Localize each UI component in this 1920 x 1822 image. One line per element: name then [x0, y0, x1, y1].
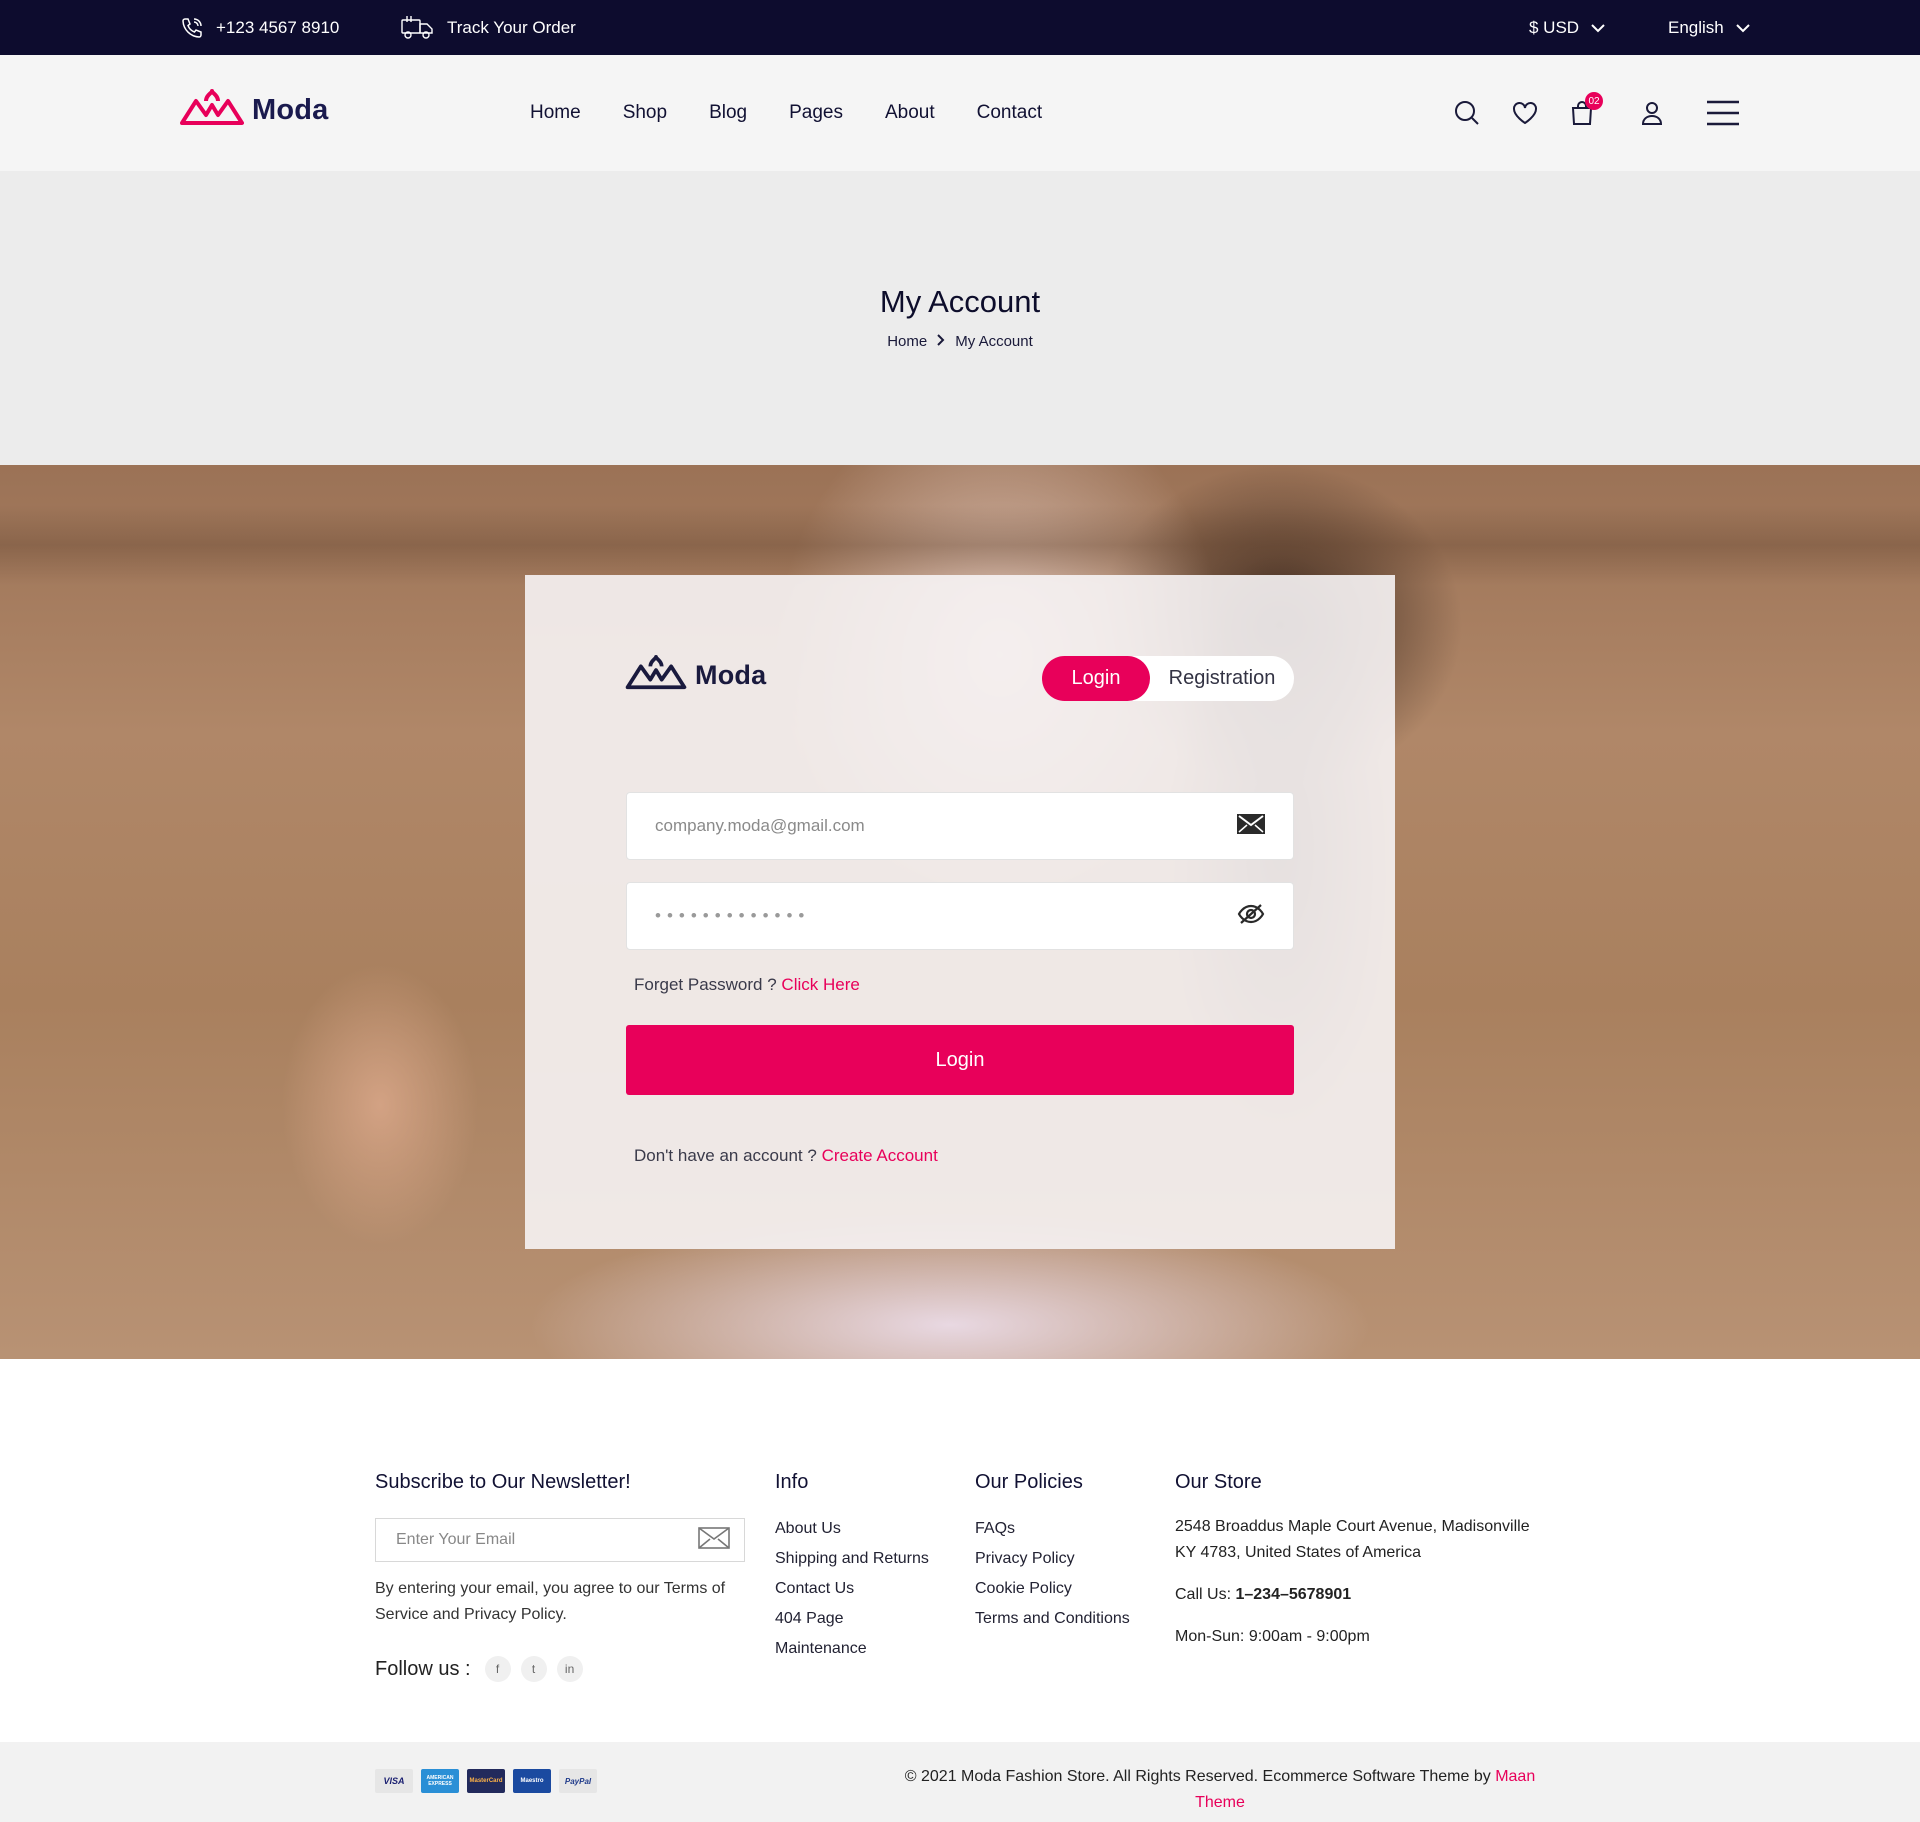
follow-us-row: Follow us : f t in — [375, 1656, 745, 1682]
footer-link-maintenance[interactable]: Maintenance — [775, 1634, 929, 1664]
nav-contact[interactable]: Contact — [977, 102, 1042, 124]
card-logo: Moda — [625, 655, 766, 696]
breadcrumb-current: My Account — [955, 333, 1033, 350]
hero-background-image: Moda Login Registration ••••••••••••• Fo… — [0, 465, 1920, 1359]
logo-text: Moda — [695, 660, 767, 690]
footer-link-404[interactable]: 404 Page — [775, 1604, 929, 1634]
phone-number: +123 4567 8910 — [216, 17, 340, 37]
mastercard-icon: MasterCard — [467, 1769, 505, 1793]
phone-icon — [180, 16, 204, 40]
logo-text: Moda — [252, 94, 329, 126]
policies-title: Our Policies — [975, 1471, 1083, 1493]
forgot-password-text: Forget Password ? — [634, 975, 777, 994]
facebook-icon[interactable]: f — [484, 1656, 511, 1682]
visa-icon: VISA — [375, 1769, 413, 1793]
currency-select[interactable]: $ USD — [1529, 0, 1605, 55]
search-icon[interactable] — [1452, 98, 1482, 128]
moda-logo-icon — [625, 655, 687, 696]
call-us-label: Call Us: — [1175, 1586, 1232, 1603]
create-account-link[interactable]: Create Account — [822, 1146, 938, 1165]
store-title: Our Store — [1175, 1471, 1262, 1493]
top-bar: +123 4567 8910 Track Your Order $ USD En… — [0, 0, 1920, 55]
tab-login[interactable]: Login — [1042, 656, 1150, 701]
breadcrumb-home[interactable]: Home — [887, 333, 927, 350]
footer-link-faqs[interactable]: FAQs — [975, 1514, 1130, 1544]
newsletter-note: By entering your email, you agree to our… — [375, 1580, 726, 1623]
login-button[interactable]: Login — [626, 1025, 1294, 1095]
paypal-icon: PayPal — [559, 1769, 597, 1793]
email-input[interactable] — [655, 816, 1237, 836]
nav-home[interactable]: Home — [530, 102, 581, 124]
tab-registration[interactable]: Registration — [1150, 656, 1294, 701]
forgot-password-row: Forget Password ? Click Here — [634, 975, 860, 995]
store-column: Our Store 2548 Broaddus Maple Court Aven… — [1175, 1471, 1555, 1650]
linkedin-icon[interactable]: in — [556, 1656, 583, 1682]
store-phone[interactable]: 1–234–5678901 — [1235, 1586, 1351, 1603]
user-account-icon[interactable] — [1637, 98, 1667, 128]
store-hours: Mon-Sun: 9:00am - 9:00pm — [1175, 1628, 1370, 1645]
header-logo[interactable]: Moda — [180, 89, 329, 132]
maestro-icon: Maestro — [513, 1769, 551, 1793]
cart-count-badge: 02 — [1585, 92, 1603, 110]
policies-column: Our Policies FAQs Privacy Policy Cookie … — [975, 1471, 1130, 1634]
store-address: 2548 Broaddus Maple Court Avenue, Madiso… — [1175, 1518, 1530, 1561]
main-nav: Home Shop Blog Pages About Contact — [530, 55, 1084, 171]
footer-link-about-us[interactable]: About Us — [775, 1514, 929, 1544]
footer-link-contact[interactable]: Contact Us — [775, 1574, 929, 1604]
footer-link-shipping[interactable]: Shipping and Returns — [775, 1544, 929, 1574]
topbar-phone[interactable]: +123 4567 8910 — [180, 0, 339, 55]
eye-off-icon[interactable] — [1237, 903, 1265, 930]
delivery-truck-icon — [401, 15, 435, 41]
store-phone-row: Call Us: 1–234–5678901 — [1175, 1582, 1555, 1608]
newsletter-title: Subscribe to Our Newsletter! — [375, 1471, 631, 1493]
footer-link-terms[interactable]: Terms and Conditions — [975, 1604, 1130, 1634]
chevron-down-icon — [1591, 23, 1605, 33]
breadcrumb: Home My Account — [0, 333, 1920, 350]
footer-link-cookie[interactable]: Cookie Policy — [975, 1574, 1130, 1604]
track-order-label: Track Your Order — [447, 17, 576, 37]
twitter-icon[interactable]: t — [520, 1656, 547, 1682]
nav-shop[interactable]: Shop — [623, 102, 667, 124]
page-title-band: My Account Home My Account — [0, 171, 1920, 465]
forgot-password-link[interactable]: Click Here — [781, 975, 859, 994]
login-card: Moda Login Registration ••••••••••••• Fo… — [525, 575, 1395, 1249]
follow-us-label: Follow us : — [375, 1657, 471, 1680]
nav-blog[interactable]: Blog — [709, 102, 747, 124]
newsletter-email-field — [375, 1518, 745, 1562]
currency-label: $ USD — [1529, 17, 1580, 37]
moda-logo-icon — [180, 89, 244, 132]
copyright: © 2021 Moda Fashion Store. All Rights Re… — [900, 1764, 1540, 1816]
amex-icon: AMERICAN EXPRESS — [421, 1769, 459, 1793]
bottom-bar: VISA AMERICAN EXPRESS MasterCard Maestro… — [0, 1742, 1920, 1822]
info-column: Info About Us Shipping and Returns Conta… — [775, 1471, 929, 1664]
chevron-right-icon — [937, 333, 945, 350]
nav-pages[interactable]: Pages — [789, 102, 843, 124]
footer: Subscribe to Our Newsletter! By entering… — [0, 1359, 1920, 1742]
info-title: Info — [775, 1471, 809, 1493]
footer-link-privacy[interactable]: Privacy Policy — [975, 1544, 1130, 1574]
wishlist-heart-icon[interactable] — [1510, 98, 1540, 128]
language-label: English — [1668, 17, 1724, 37]
topbar-track-order[interactable]: Track Your Order — [401, 0, 576, 55]
language-select[interactable]: English — [1668, 0, 1750, 55]
no-account-text: Don't have an account ? — [634, 1146, 817, 1165]
cart-icon[interactable]: 02 — [1567, 92, 1603, 128]
payment-methods: VISA AMERICAN EXPRESS MasterCard Maestro… — [375, 1769, 597, 1793]
email-field — [626, 792, 1294, 860]
nav-about[interactable]: About — [885, 102, 935, 124]
page-title: My Account — [879, 284, 1041, 319]
copyright-text: © 2021 Moda Fashion Store. All Rights Re… — [904, 1768, 1491, 1785]
create-account-row: Don't have an account ? Create Account — [634, 1146, 938, 1166]
newsletter-column: Subscribe to Our Newsletter! By entering… — [375, 1471, 745, 1682]
newsletter-email-input[interactable] — [396, 1531, 698, 1549]
password-input[interactable]: ••••••••••••• — [655, 906, 1237, 926]
auth-mode-toggle: Login Registration — [1042, 656, 1294, 701]
chevron-down-icon — [1736, 23, 1750, 33]
hero-field-blur — [0, 505, 1920, 585]
main-header: Moda Home Shop Blog Pages About Contact … — [0, 55, 1920, 171]
password-field: ••••••••••••• — [626, 882, 1294, 950]
envelope-icon — [1237, 813, 1265, 839]
envelope-icon[interactable] — [698, 1526, 730, 1554]
hamburger-menu-icon[interactable] — [1706, 98, 1740, 128]
